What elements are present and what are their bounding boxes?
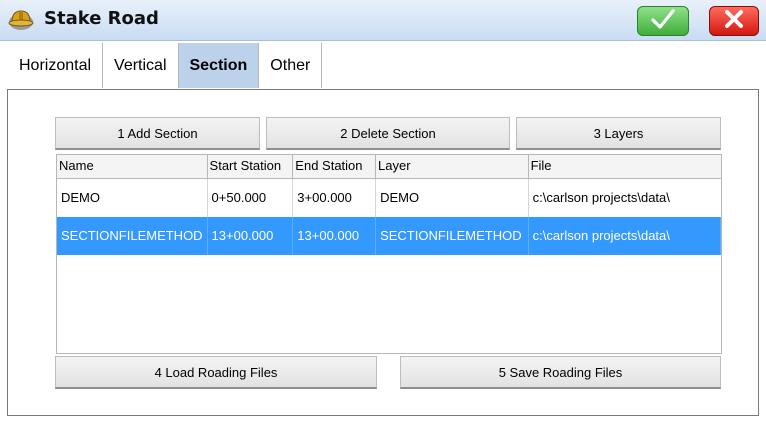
tab-other[interactable]: Other xyxy=(259,43,323,88)
ok-button[interactable] xyxy=(637,6,689,36)
column-header-layer[interactable]: Layer xyxy=(376,155,529,178)
delete-section-button[interactable]: 2 Delete Section xyxy=(266,117,510,150)
checkmark-icon xyxy=(650,8,676,34)
hard-hat-icon xyxy=(8,8,34,32)
table-row-selected[interactable]: SECTIONFILEMETHOD 13+00.000 13+00.000 SE… xyxy=(57,217,721,255)
column-header-end-station[interactable]: End Station xyxy=(293,155,377,178)
column-header-name[interactable]: Name xyxy=(57,155,208,178)
cell-name: DEMO xyxy=(57,179,208,217)
table-header: Name Start Station End Station Layer Fil… xyxy=(57,155,721,179)
cell-start-station: 0+50.000 xyxy=(208,179,294,217)
cell-end-station: 3+00.000 xyxy=(293,179,377,217)
stake-road-window: Stake Road Horizontal Vertical Section O… xyxy=(0,0,766,422)
cell-file: c:\carlson projects\data\ xyxy=(529,217,721,255)
title-bar: Stake Road xyxy=(0,0,766,41)
add-section-button[interactable]: 1 Add Section xyxy=(55,117,260,150)
close-icon xyxy=(723,8,745,34)
section-panel: 1 Add Section 2 Delete Section 3 Layers … xyxy=(7,89,759,416)
cell-name: SECTIONFILEMETHOD xyxy=(57,217,208,255)
tab-bar: Horizontal Vertical Section Other xyxy=(8,43,323,88)
tab-horizontal[interactable]: Horizontal xyxy=(8,43,104,88)
tab-section[interactable]: Section xyxy=(178,43,260,88)
cell-layer: SECTIONFILEMETHOD xyxy=(376,217,529,255)
load-roading-files-button[interactable]: 4 Load Roading Files xyxy=(55,356,377,389)
cell-file: c:\carlson projects\data\ xyxy=(532,190,670,205)
save-roading-files-button[interactable]: 5 Save Roading Files xyxy=(400,356,721,389)
cell-end-station: 13+00.000 xyxy=(293,217,377,255)
close-button[interactable] xyxy=(709,6,759,36)
layers-button[interactable]: 3 Layers xyxy=(516,117,721,150)
table-row[interactable]: DEMO 0+50.000 3+00.000 DEMO c:\carlson p… xyxy=(57,179,721,217)
window-title: Stake Road xyxy=(44,8,159,29)
cell-layer: DEMO xyxy=(376,179,529,217)
column-header-start-station[interactable]: Start Station xyxy=(208,155,294,178)
cell-start-station: 13+00.000 xyxy=(208,217,294,255)
section-table[interactable]: Name Start Station End Station Layer Fil… xyxy=(56,154,722,354)
tab-vertical[interactable]: Vertical xyxy=(103,43,179,88)
column-header-file[interactable]: File xyxy=(529,155,721,178)
